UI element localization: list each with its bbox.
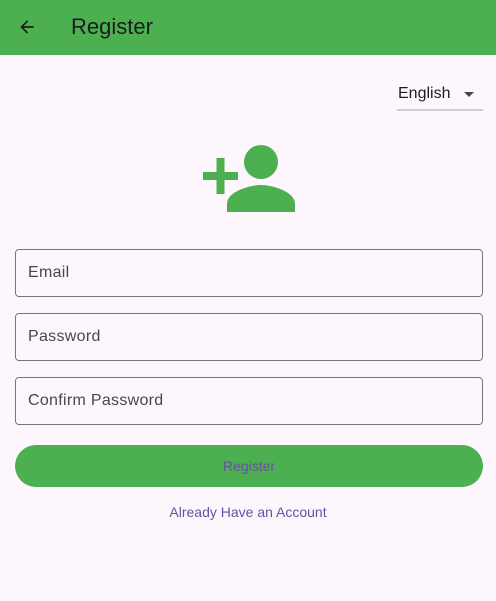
- arrow-back-icon: [20, 20, 34, 34]
- page-title: Register: [71, 14, 153, 39]
- dropdown-caret-icon: [464, 92, 474, 97]
- email-field[interactable]: [15, 249, 483, 297]
- email-input[interactable]: [16, 250, 482, 296]
- confirm-password-input[interactable]: [16, 378, 482, 424]
- register-button[interactable]: Register: [15, 445, 483, 487]
- person-add-icon: [203, 145, 295, 212]
- back-button[interactable]: [10, 10, 44, 44]
- confirm-password-field[interactable]: [15, 377, 483, 425]
- app-bar: Register: [0, 0, 496, 55]
- already-have-account-link[interactable]: Already Have an Account: [0, 504, 496, 520]
- password-field[interactable]: [15, 313, 483, 361]
- language-selected-value: English: [398, 85, 451, 102]
- password-input[interactable]: [16, 314, 482, 360]
- language-dropdown[interactable]: English: [397, 82, 483, 111]
